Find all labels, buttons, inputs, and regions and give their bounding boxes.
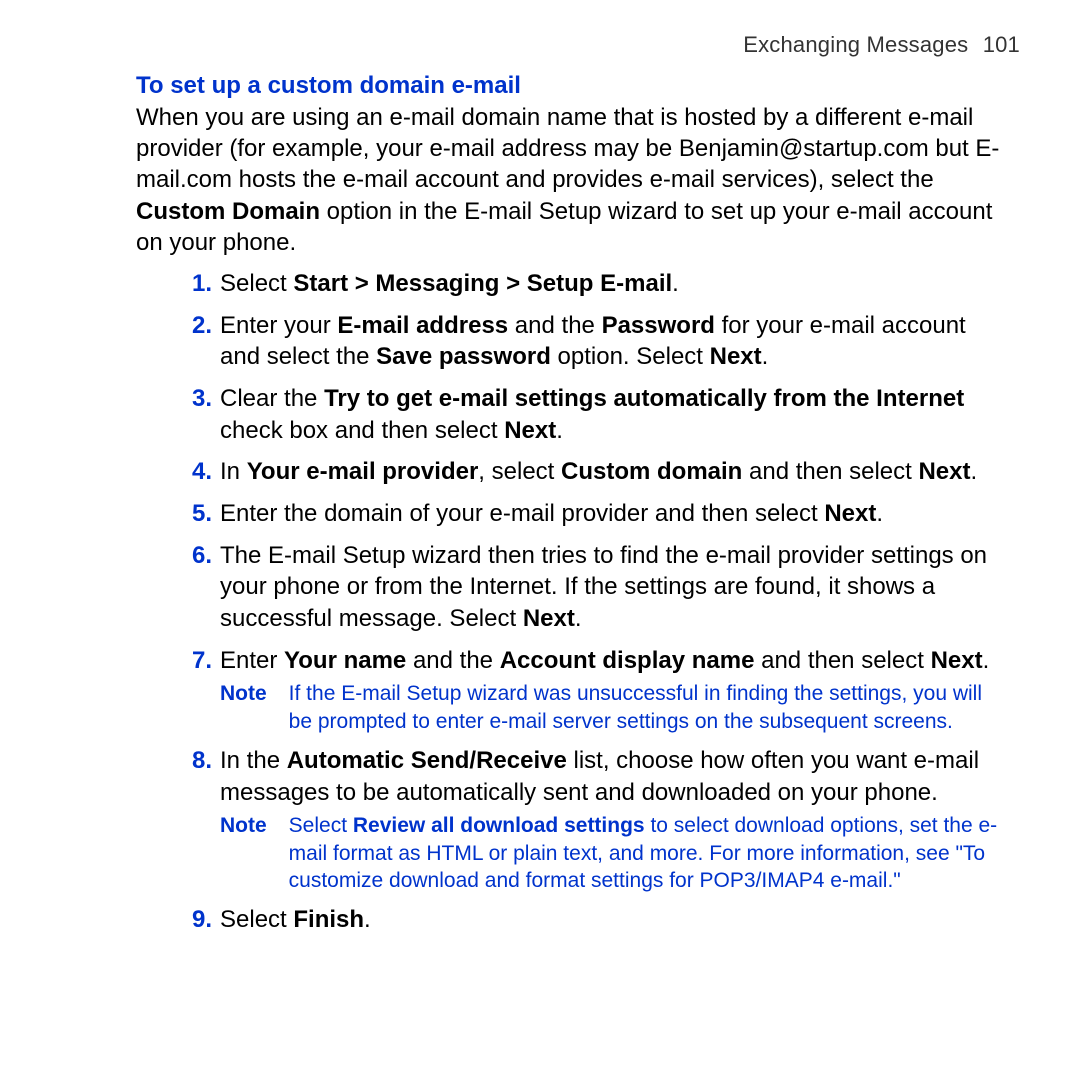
step-text: .	[364, 906, 371, 933]
step-number: 5.	[178, 498, 212, 530]
step-bold: Your e-mail provider	[247, 458, 479, 485]
step-text: .	[876, 500, 883, 527]
step-number: 2.	[178, 310, 212, 342]
step-text: .	[983, 647, 990, 674]
step-bold: Account display name	[500, 647, 755, 674]
step-text: .	[575, 605, 582, 632]
step-number: 9.	[178, 904, 212, 936]
step-text: and then select	[754, 647, 930, 674]
step-text: In the	[220, 747, 287, 774]
step-bold: E-mail address	[337, 312, 508, 339]
step-text: and the	[406, 647, 499, 674]
intro-text: When you are using an e-mail domain name…	[136, 104, 999, 193]
step-bold: Next	[824, 500, 876, 527]
step-text: and then select	[742, 458, 918, 485]
step-bold: Next	[523, 605, 575, 632]
note-body: Select Review all download settings to s…	[289, 812, 1010, 894]
step-text: check box and then select	[220, 417, 504, 444]
step-text: Enter the domain of your e-mail provider…	[220, 500, 824, 527]
step-7: 7. Enter Your name and the Account displ…	[188, 645, 1010, 735]
note-body: If the E-mail Setup wizard was unsuccess…	[289, 680, 1010, 735]
step-text: The E-mail Setup wizard then tries to fi…	[220, 542, 987, 632]
step-bold: Next	[931, 647, 983, 674]
step-number: 3.	[178, 383, 212, 415]
note-label: Note	[220, 680, 267, 735]
step-bold: Password	[602, 312, 715, 339]
step-bold: Next	[710, 343, 762, 370]
step-bold: Custom domain	[561, 458, 742, 485]
step-text: , select	[478, 458, 561, 485]
step-text: option. Select	[551, 343, 710, 370]
step-bold: Try to get e-mail settings automatically…	[324, 385, 964, 412]
step-text: .	[762, 343, 769, 370]
section-heading: To set up a custom domain e-mail	[60, 72, 1020, 100]
step-4: 4. In Your e-mail provider, select Custo…	[188, 456, 1010, 488]
step-bold: Save password	[376, 343, 551, 370]
step-bold: Next	[918, 458, 970, 485]
step-1: 1. Select Start > Messaging > Setup E-ma…	[188, 268, 1010, 300]
step-text: Enter	[220, 647, 284, 674]
step-text: Enter your	[220, 312, 337, 339]
step-number: 8.	[178, 745, 212, 777]
chapter-title: Exchanging Messages	[743, 32, 968, 57]
note-text: Select	[289, 814, 353, 837]
step-bold: Your name	[284, 647, 406, 674]
step-6: 6. The E-mail Setup wizard then tries to…	[188, 540, 1010, 635]
step-bold: Start > Messaging > Setup E-mail	[293, 270, 672, 297]
step-text: .	[971, 458, 978, 485]
intro-paragraph: When you are using an e-mail domain name…	[60, 102, 1010, 258]
step-text: .	[672, 270, 679, 297]
manual-page: Exchanging Messages 101 To set up a cust…	[0, 0, 1080, 1080]
page-number: 101	[983, 32, 1020, 57]
step-text: In	[220, 458, 247, 485]
step-number: 6.	[178, 540, 212, 572]
steps-list: 1. Select Start > Messaging > Setup E-ma…	[60, 268, 1020, 936]
step-2: 2. Enter your E-mail address and the Pas…	[188, 310, 1010, 373]
note-block: Note If the E-mail Setup wizard was unsu…	[220, 680, 1010, 735]
step-text: and the	[508, 312, 601, 339]
intro-bold: Custom Domain	[136, 198, 320, 225]
step-text: Select	[220, 270, 293, 297]
note-bold: Review all download settings	[353, 814, 645, 837]
step-number: 7.	[178, 645, 212, 677]
step-8: 8. In the Automatic Send/Receive list, c…	[188, 745, 1010, 894]
note-block: Note Select Review all download settings…	[220, 812, 1010, 894]
step-number: 4.	[178, 456, 212, 488]
running-header: Exchanging Messages 101	[60, 32, 1020, 58]
step-bold: Next	[504, 417, 556, 444]
step-5: 5. Enter the domain of your e-mail provi…	[188, 498, 1010, 530]
step-bold: Automatic Send/Receive	[287, 747, 567, 774]
step-9: 9. Select Finish.	[188, 904, 1010, 936]
step-text: Select	[220, 906, 293, 933]
step-text: .	[556, 417, 563, 444]
step-3: 3. Clear the Try to get e-mail settings …	[188, 383, 1010, 446]
note-label: Note	[220, 812, 267, 894]
step-bold: Finish	[293, 906, 364, 933]
step-number: 1.	[178, 268, 212, 300]
step-text: Clear the	[220, 385, 324, 412]
